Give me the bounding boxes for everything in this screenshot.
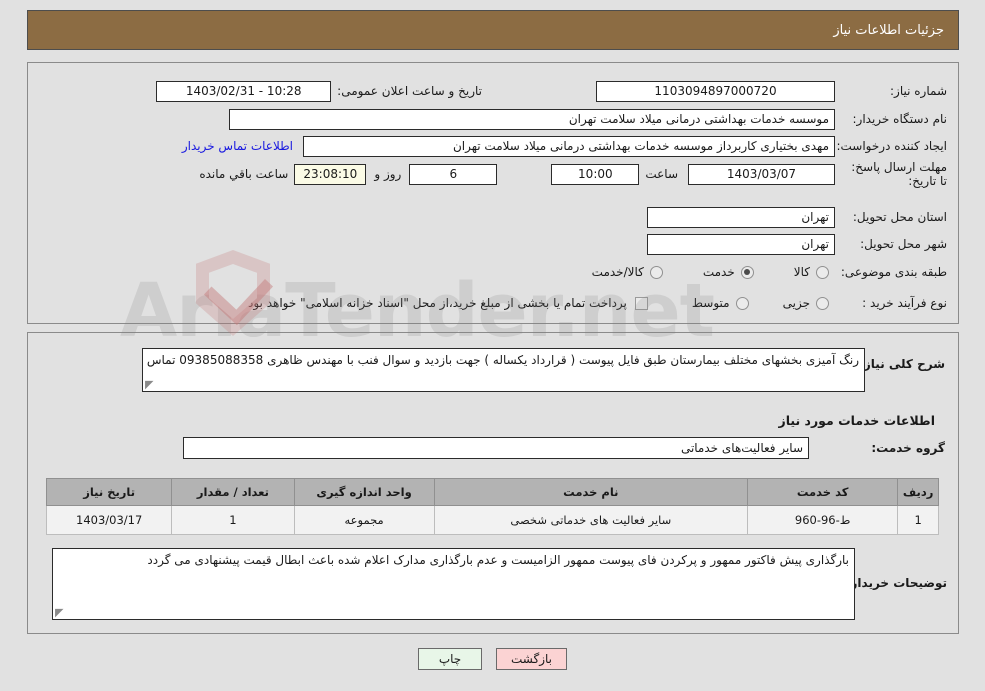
process-label: نوع فرآیند خرید : [862, 296, 947, 310]
radio-category-kala[interactable]: کالا [794, 265, 829, 279]
radio-icon-kala[interactable] [816, 265, 829, 279]
deadline-label: مهلت ارسال پاسخ: تا تاریخ: [851, 160, 947, 188]
buyer-notes-label: توضیحات خریدار: [845, 576, 947, 590]
resize-grip-icon[interactable]: ◥ [145, 378, 155, 391]
description-textarea[interactable]: رنگ آمیزی بخشهای مختلف بیمارستان طبق فای… [142, 348, 865, 392]
deadline-date-value: 1403/03/07 [688, 163, 835, 185]
radio-category-khedmat[interactable]: خدمت [703, 265, 754, 279]
th-need-date: تاریخ نیاز [45, 478, 173, 506]
deadline-hour-value: 10:00 [551, 163, 640, 185]
service-group-label: گروه خدمت: [871, 441, 945, 455]
radio-category-kala-khedmat[interactable]: کالا/خدمت [592, 265, 663, 279]
resize-grip-icon-notes[interactable]: ◥ [55, 606, 65, 619]
announce-datetime-value: 1403/02/31 - 10:28 [156, 80, 332, 102]
radio-icon-khedmat[interactable] [740, 265, 754, 279]
radio-icon-motavaset[interactable] [735, 296, 749, 310]
row-service-group: گروه خدمت: سایر فعالیت‌های خدماتی [27, 436, 959, 460]
radio-process-motavaset[interactable]: متوسط [692, 296, 749, 310]
service-group-value: سایر فعالیت‌های خدماتی [183, 437, 809, 459]
radio-process-jozi[interactable]: جزیی [783, 296, 829, 310]
need-number-label: شماره نیاز: [890, 84, 947, 98]
row-province: استان محل تحویل: تهران [27, 205, 959, 229]
page-title-bar: جزئیات اطلاعات نیاز [27, 10, 959, 50]
radio-label-kala-khedmat: کالا/خدمت [591, 265, 644, 279]
radio-label-jozi: جزیی [782, 296, 810, 310]
city-label: شهر محل تحویل: [860, 237, 947, 251]
remaining-days-label: روز و [374, 167, 402, 181]
th-name: نام خدمت [433, 478, 749, 506]
row-requester: ایجاد کننده درخواست: مهدی بختیاری کاربرد… [27, 134, 959, 158]
province-label: استان محل تحویل: [852, 210, 947, 224]
province-value: تهران [647, 206, 835, 228]
category-label: طبقه بندی موضوعی: [840, 265, 947, 279]
row-process-type: نوع فرآیند خرید : جزیی متوسط پرداخت تمام… [27, 292, 959, 314]
back-button[interactable]: بازگشت [496, 648, 567, 670]
description-text: رنگ آمیزی بخشهای مختلف بیمارستان طبق فای… [143, 353, 859, 367]
th-quantity: تعداد / مقدار [171, 478, 295, 506]
city-value: تهران [647, 233, 835, 255]
radio-icon-jozi[interactable] [816, 296, 829, 310]
buyer-notes-text: بارگذاری پیش فاکتور ممهور و پرکردن فای پ… [147, 553, 849, 567]
buyer-org-value: موسسه خدمات بهداشتی درمانی میلاد سلامت ت… [229, 108, 835, 130]
remaining-time-label: ساعت باقي مانده [199, 167, 289, 181]
buyer-notes-textarea[interactable]: بارگذاری پیش فاکتور ممهور و پرکردن فای پ… [52, 548, 855, 620]
row-category: طبقه بندی موضوعی: کالا خدمت کالا/خدمت [27, 261, 959, 283]
radio-label-kala: کالا [793, 265, 810, 279]
cell-name: سایر فعالیت های خدماتی شخصی [433, 505, 749, 535]
cell-code: ط-96-960 [747, 505, 899, 535]
footer-buttons: بازگشت چاپ [0, 648, 985, 670]
table-header-row: ردیف کد خدمت نام خدمت واحد اندازه گیری ت… [45, 478, 939, 506]
remaining-days-value: 6 [409, 163, 498, 185]
description-label: شرح کلی نیاز: [859, 357, 945, 371]
row-buyer-notes: توضیحات خریدار: بارگذاری پیش فاکتور ممهو… [27, 548, 959, 622]
need-number-value: 1103094897000720 [596, 80, 835, 102]
radio-label-khedmat: خدمت [702, 265, 735, 279]
row-description: شرح کلی نیاز: رنگ آمیزی بخشهای مختلف بیم… [27, 348, 959, 394]
remaining-time-value: 23:08:10 [294, 163, 367, 185]
print-button[interactable]: چاپ [418, 648, 482, 670]
buyer-contact-link[interactable]: اطلاعات تماس خریدار [182, 139, 293, 153]
row-deadline: مهلت ارسال پاسخ: تا تاریخ: 1403/03/07 سا… [27, 160, 959, 188]
services-section-heading: اطلاعات خدمات مورد نیاز [778, 413, 936, 428]
cell-unit: مجموعه [293, 505, 435, 535]
cell-quantity: 1 [171, 505, 295, 535]
radio-icon-kala-khedmat[interactable] [649, 265, 663, 279]
row-buyer-org: نام دستگاه خریدار: موسسه خدمات بهداشتی د… [27, 107, 959, 131]
row-need-number: شماره نیاز: 1103094897000720 تاریخ و ساع… [27, 79, 959, 103]
treasury-text: پرداخت تمام یا بخشی از مبلغ خرید،از محل … [244, 296, 627, 310]
announce-datetime-label: تاریخ و ساعت اعلان عمومی: [337, 84, 482, 98]
table-row[interactable]: 1 ط-96-960 سایر فعالیت های خدماتی شخصی م… [45, 505, 939, 535]
treasury-checkbox[interactable] [634, 296, 648, 310]
page-title: جزئیات اطلاعات نیاز [833, 22, 944, 38]
cell-index: 1 [897, 505, 939, 535]
requester-label: ایجاد کننده درخواست: [836, 139, 947, 153]
row-city: شهر محل تحویل: تهران [27, 232, 959, 256]
deadline-hour-label: ساعت [645, 167, 678, 181]
cell-need-date: 1403/03/17 [45, 505, 173, 535]
buyer-org-label: نام دستگاه خریدار: [852, 112, 948, 126]
th-index: ردیف [897, 478, 939, 506]
th-code: کد خدمت [747, 478, 899, 506]
th-unit: واحد اندازه گیری [293, 478, 435, 506]
services-table: ردیف کد خدمت نام خدمت واحد اندازه گیری ت… [45, 478, 939, 535]
requester-value: مهدی بختیاری کاربرداز موسسه خدمات بهداشت… [303, 135, 835, 157]
radio-label-motavaset: متوسط [691, 296, 730, 310]
